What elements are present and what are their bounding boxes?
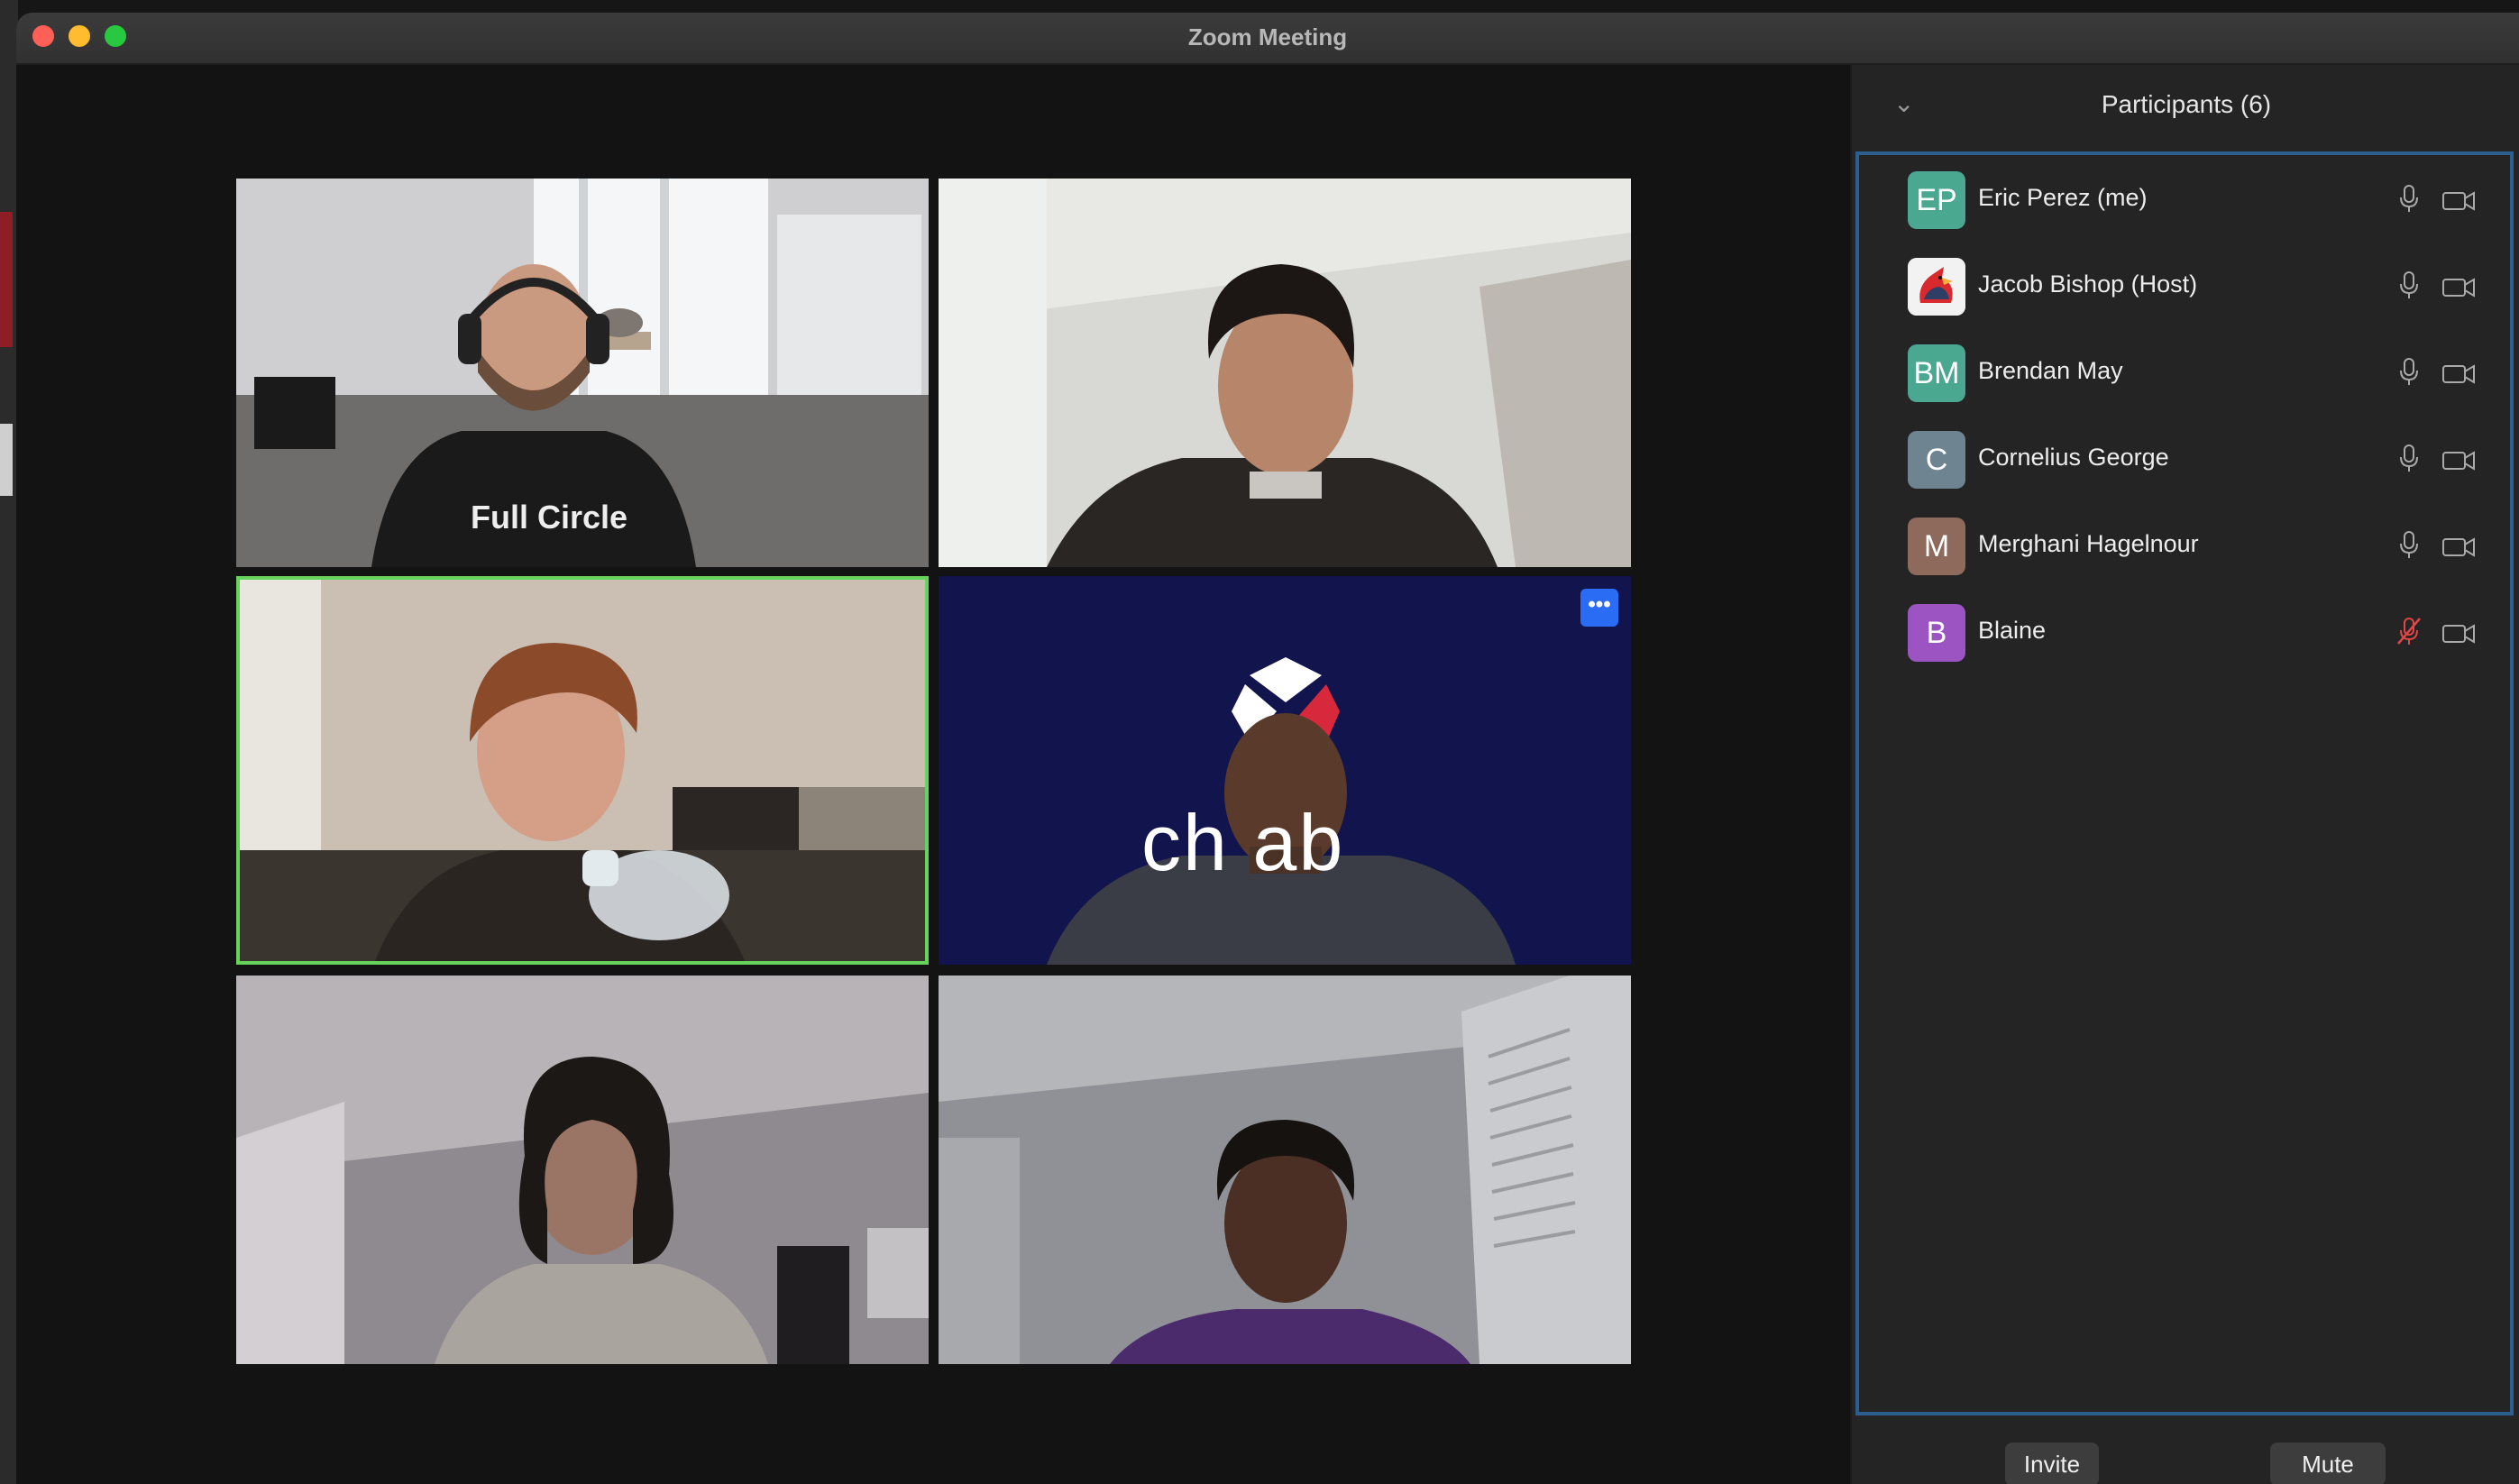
participants-panel-footer: Invite Mute Me [1852,1417,2519,1484]
avatar: M [1908,518,1965,575]
avatar: C [1908,431,1965,489]
video-tile-2[interactable] [939,179,1631,567]
avatar: B [1908,604,1965,662]
video-camera-icon[interactable] [2440,269,2478,305]
video-gallery: Full Circle ch ab ••• [16,65,1850,1484]
avatar: EP [1908,171,1965,229]
video-camera-icon[interactable] [2440,615,2478,651]
invite-button[interactable]: Invite [2005,1443,2099,1484]
video-camera-icon[interactable] [2440,182,2478,218]
video-camera-icon[interactable] [2440,442,2478,478]
avatar [1908,258,1965,316]
microphone-icon[interactable] [2391,353,2427,389]
desktop-background [0,0,18,1484]
participant-row[interactable]: M Merghani Hagelnour [1859,501,2510,588]
participants-list: EP Eric Perez (me) Jacob Bishop (Host) B… [1855,151,2514,1415]
participant-name: Eric Perez (me) [1978,184,2148,211]
participants-panel-header: ⌄ Participants (6) [1852,65,2519,148]
video-tile-3-active-speaker[interactable] [236,576,929,965]
microphone-icon[interactable] [2391,180,2427,216]
participant-name: Brendan May [1978,357,2123,384]
participant-name: Cornelius George [1978,444,2169,471]
participant-row[interactable]: EP Eric Perez (me) [1859,155,2510,242]
participant-row[interactable]: B Blaine [1859,588,2510,674]
participant-row[interactable]: Jacob Bishop (Host) [1859,242,2510,328]
avatar: BM [1908,344,1965,402]
video-camera-icon[interactable] [2440,355,2478,391]
more-options-button[interactable]: ••• [1580,589,1618,627]
video-tile-6[interactable] [939,976,1631,1364]
window-title: Zoom Meeting [1187,23,1348,50]
video-camera-icon[interactable] [2440,528,2478,564]
participant-name: Jacob Bishop (Host) [1978,270,2198,298]
video-tile-5[interactable] [236,976,929,1364]
video-tile-4[interactable]: ch ab ••• [939,576,1631,965]
zoom-meeting-window: Zoom Meeting Full Circle ch ab ••• ⌄ Par… [16,13,2519,1484]
participant-row[interactable]: BM Brendan May [1859,328,2510,415]
microphone-icon[interactable] [2391,527,2427,563]
microphone-icon[interactable] [2391,440,2427,476]
background-brand-text: ch ab [1141,798,1345,887]
participant-name: Blaine [1978,617,2047,644]
microphone-icon[interactable] [2391,267,2427,303]
shirt-text: Full Circle [471,499,628,536]
participant-row[interactable]: C Cornelius George [1859,415,2510,501]
muted-microphone-icon[interactable] [2391,613,2427,649]
mute-me-button[interactable]: Mute Me [2270,1443,2386,1484]
participants-panel: ⌄ Participants (6) EP Eric Perez (me) Ja… [1850,65,2519,1484]
cardinal-avatar-icon [1908,258,1965,316]
participant-name: Merghani Hagelnour [1978,530,2199,557]
panel-title: Participants (6) [2101,90,2272,118]
video-tile-1[interactable]: Full Circle [236,179,929,567]
title-bar: Zoom Meeting [16,13,2519,65]
